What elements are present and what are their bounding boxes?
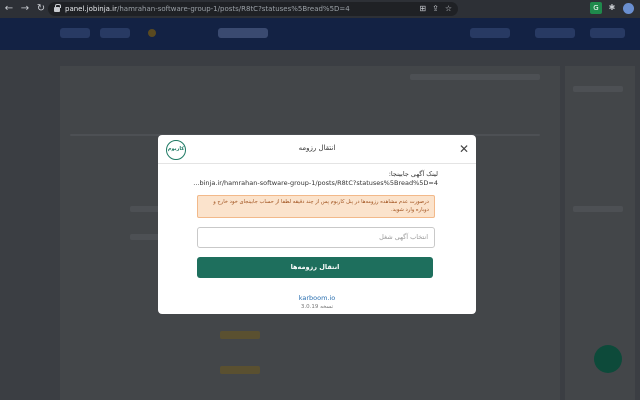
modal-header: کاربوم انتقال رزومه ✕ — [158, 135, 476, 164]
nav-placeholder — [60, 28, 90, 38]
site-header — [0, 18, 640, 50]
transfer-resume-modal: کاربوم انتقال رزومه ✕ لینک آگهی جابینجا:… — [158, 135, 476, 314]
extension-icon[interactable]: G — [590, 2, 602, 14]
nav-placeholder — [470, 28, 510, 38]
lock-icon — [54, 3, 61, 13]
close-icon[interactable]: ✕ — [458, 143, 470, 155]
share-icon[interactable]: ⇪ — [432, 4, 439, 14]
nav-placeholder — [218, 28, 268, 38]
warning-alert: درصورت عدم مشاهده رزومه‌ها در پنل کاربوم… — [197, 195, 435, 218]
puzzle-icon[interactable]: ✱ — [606, 2, 618, 14]
modal-title: انتقال رزومه — [298, 144, 336, 152]
browser-toolbar: ← → ↻ panel.jobinja.ir/hamrahan-software… — [0, 0, 640, 18]
bookmark-star-icon[interactable]: ☆ — [445, 4, 452, 14]
transfer-resumes-button[interactable]: انتقال رزومه‌ها — [197, 257, 433, 278]
ghost-line — [573, 86, 623, 92]
address-bar[interactable]: panel.jobinja.ir/hamrahan-software-group… — [48, 2, 458, 16]
ghost-chip — [220, 366, 260, 374]
url-path: /hamrahan-software-group-1/posts/R8tC?st… — [116, 5, 350, 13]
ghost-chip — [220, 331, 260, 339]
nav-placeholder — [590, 28, 625, 38]
version-text: نسخه 3.0.19 — [300, 304, 334, 310]
ghost-line — [410, 74, 540, 80]
forward-icon[interactable]: → — [18, 2, 32, 16]
ghost-line — [573, 206, 623, 212]
job-select-input[interactable]: انتخاب آگهی شغل — [197, 227, 435, 248]
karboom-link[interactable]: karboom.io — [158, 294, 476, 302]
nav-dot — [148, 29, 156, 37]
job-link-url: ...binja.ir/hamrahan-software-group-1/po… — [193, 179, 438, 187]
job-link-label: لینک آگهی جابینجا: — [388, 170, 438, 178]
reload-icon[interactable]: ↻ — [34, 2, 48, 16]
url-host: panel.jobinja.ir — [65, 5, 117, 13]
nav-placeholder — [535, 28, 575, 38]
translate-icon[interactable]: ⊞ — [419, 4, 426, 14]
profile-avatar[interactable] — [623, 3, 634, 14]
back-icon[interactable]: ← — [2, 2, 16, 16]
url-text: panel.jobinja.ir/hamrahan-software-group… — [65, 5, 350, 13]
nav-placeholder — [100, 28, 130, 38]
chat-fab-button[interactable] — [594, 345, 622, 373]
